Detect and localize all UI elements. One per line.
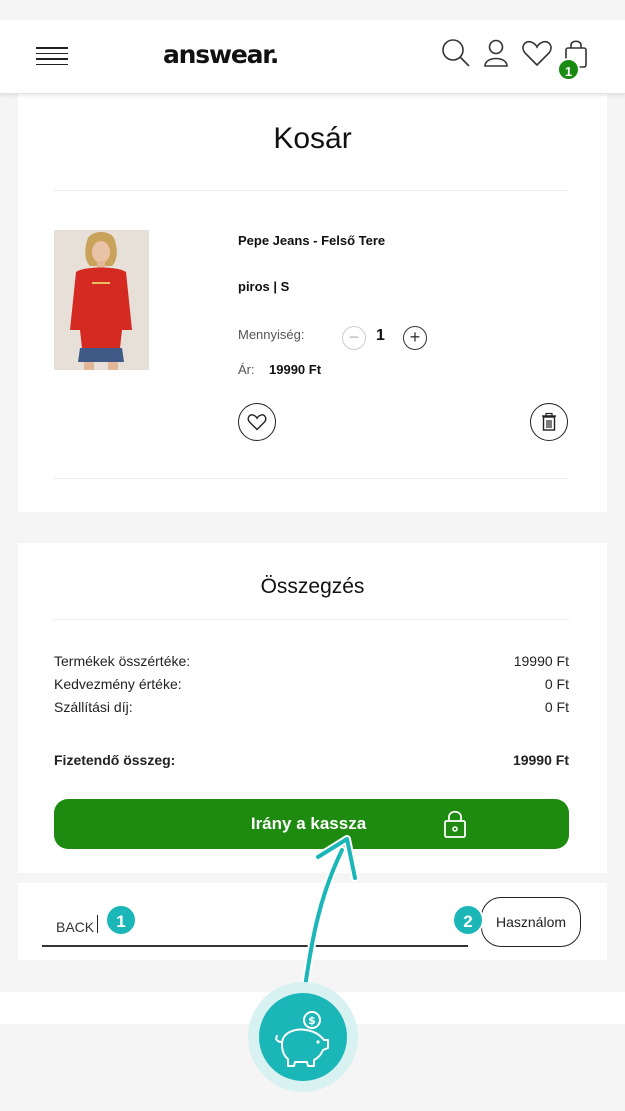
price-value: 19990 Ft	[269, 362, 322, 377]
cart-count-badge: 1	[557, 58, 580, 81]
svg-text:$: $	[308, 1014, 316, 1027]
page-title: Kosár	[273, 122, 352, 155]
summary-row-products: Termékek összértéke: 19990 Ft	[54, 653, 569, 669]
text-cursor	[97, 915, 98, 933]
price-label: Ár:	[238, 362, 255, 377]
product-variant: piros | S	[238, 279, 290, 294]
divider	[54, 190, 569, 191]
quantity-label: Mennyiség:	[238, 327, 305, 342]
wishlist-icon[interactable]	[521, 38, 553, 70]
lock-icon	[444, 810, 466, 838]
piggy-bank-icon: $	[248, 982, 358, 1092]
summary-title: Összegzés	[260, 575, 365, 598]
summary-panel: Összegzés Termékek összértéke: 19990 Ft …	[18, 543, 607, 873]
total-value: 19990 Ft	[512, 752, 569, 768]
total-label: Fizetendő összeg:	[54, 752, 176, 768]
quantity-value: 1	[376, 327, 385, 344]
guide-step-1-badge: 1	[105, 904, 137, 936]
summary-label: Termékek összértéke:	[54, 653, 191, 669]
quantity-decrease-button[interactable]: −	[342, 326, 366, 350]
heart-icon	[247, 414, 267, 431]
summary-row-discount: Kedvezmény értéke: 0 Ft	[54, 676, 569, 692]
guide-step-2-badge: 2	[452, 904, 484, 936]
divider	[54, 478, 569, 479]
product-name[interactable]: Pepe Jeans - Felső Tere	[238, 233, 385, 248]
summary-row-total: Fizetendő összeg: 19990 Ft	[54, 752, 569, 768]
summary-value: 19990 Ft	[513, 653, 569, 669]
summary-label: Szállítási díj:	[54, 699, 133, 715]
move-to-wishlist-button[interactable]	[238, 403, 276, 441]
trash-icon	[542, 412, 556, 431]
cart-panel: Kosár Pepe Jeans - Felső Tere piros | S …	[18, 94, 607, 512]
account-icon[interactable]	[481, 38, 513, 70]
quantity-increase-button[interactable]: +	[403, 326, 427, 350]
checkout-button[interactable]: Irány a kassza	[54, 799, 569, 849]
summary-row-shipping: Szállítási díj: 0 Ft	[54, 699, 569, 715]
search-icon[interactable]	[441, 38, 473, 70]
brand-logo[interactable]: answear.	[163, 40, 279, 69]
summary-value: 0 Ft	[544, 699, 569, 715]
apply-coupon-button[interactable]: Használom	[481, 897, 581, 947]
divider	[54, 619, 569, 620]
menu-icon[interactable]	[36, 47, 68, 67]
checkout-label: Irány a kassza	[250, 814, 367, 833]
remove-item-button[interactable]	[530, 403, 568, 441]
summary-label: Kedvezmény értéke:	[54, 676, 182, 692]
summary-value: 0 Ft	[544, 676, 569, 692]
site-header: answear. 1	[0, 20, 625, 94]
product-image[interactable]	[54, 230, 149, 370]
